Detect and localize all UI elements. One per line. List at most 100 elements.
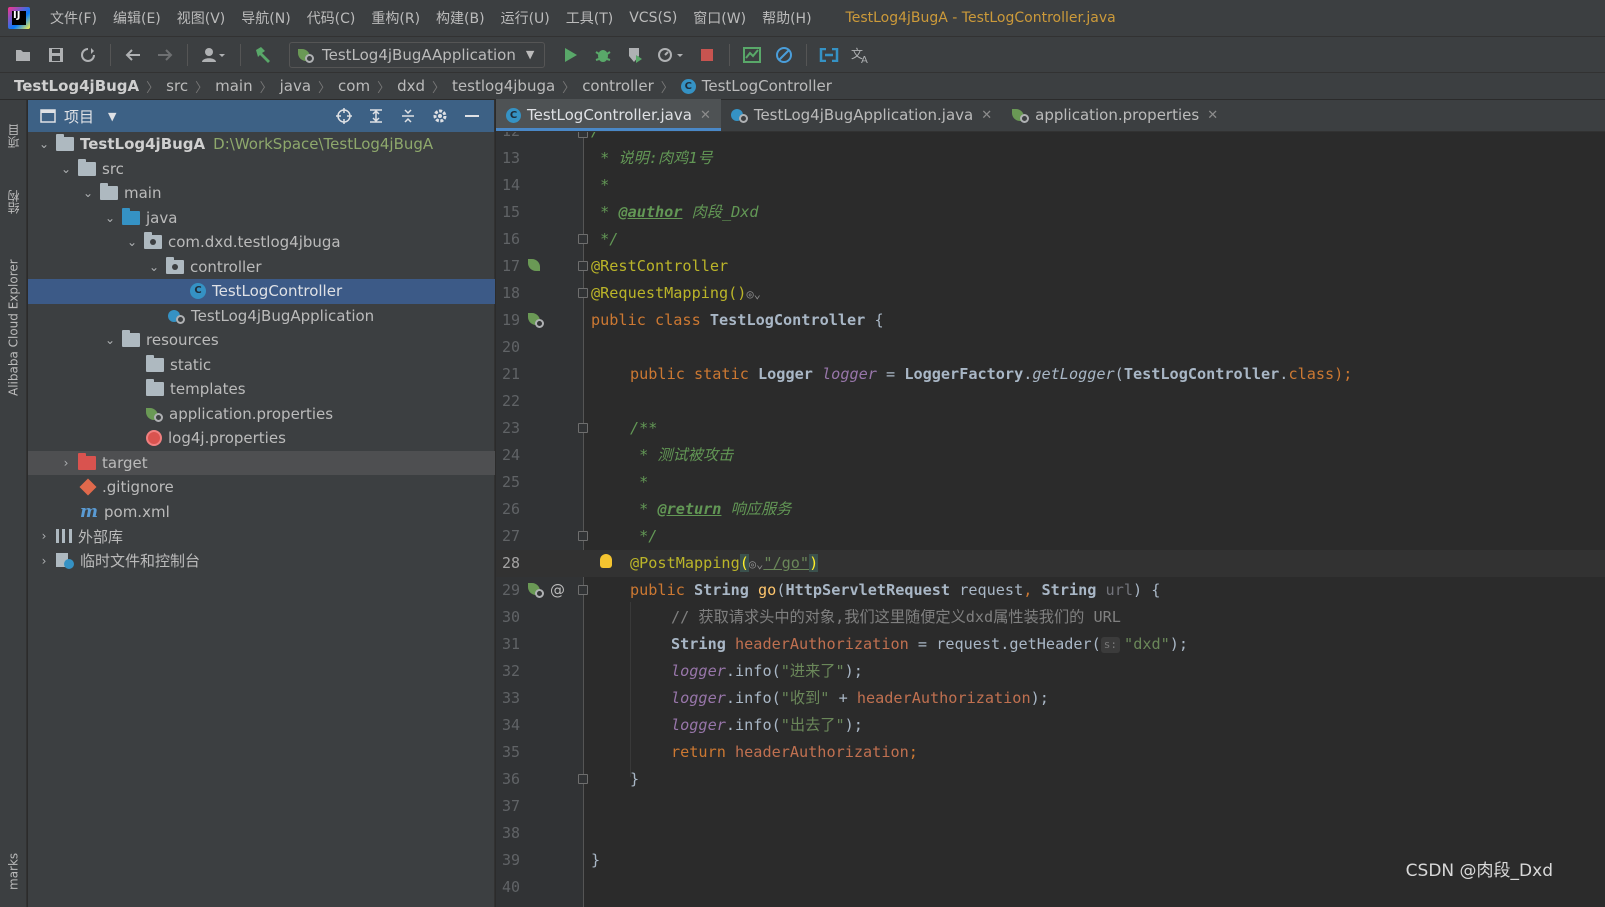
collapse-all-icon[interactable] <box>397 105 419 127</box>
coverage-icon[interactable] <box>624 44 646 66</box>
fold-marker-icon[interactable] <box>578 585 588 595</box>
menu-vcs[interactable]: VCS(S) <box>621 10 685 26</box>
tree-item-resources[interactable]: ⌄ resources <box>28 328 495 353</box>
expand-all-icon[interactable] <box>365 105 387 127</box>
fold-marker-icon[interactable] <box>578 423 588 433</box>
locate-icon[interactable] <box>333 105 355 127</box>
breadcrumb-item[interactable]: com <box>338 77 370 95</box>
chevron-right-icon[interactable]: › <box>36 528 52 544</box>
menu-navigate[interactable]: 导航(N) <box>233 8 298 28</box>
lightbulb-icon[interactable] <box>600 554 612 568</box>
tree-item-package[interactable]: ⌄ com.dxd.testlog4jbuga <box>28 230 495 255</box>
menu-run[interactable]: 运行(U) <box>493 8 558 28</box>
breadcrumb-item[interactable]: controller <box>582 77 654 95</box>
at-sign-icon[interactable]: @ <box>550 577 565 604</box>
breadcrumb-item[interactable]: src <box>166 77 188 95</box>
minimize-icon[interactable] <box>461 105 483 127</box>
fold-marker-icon[interactable] <box>578 261 588 271</box>
tree-item-application-class[interactable]: TestLog4jBugApplication <box>28 304 495 329</box>
save-icon[interactable] <box>45 44 67 66</box>
menu-tools[interactable]: 工具(T) <box>558 8 621 28</box>
tree-item-scratches[interactable]: › 临时文件和控制台 <box>28 549 495 574</box>
tool-window-project[interactable]: 项目 <box>0 108 27 164</box>
menu-edit[interactable]: 编辑(E) <box>105 8 169 28</box>
chevron-down-icon[interactable]: ⌄ <box>102 332 118 348</box>
tool-window-structure[interactable]: 结构 <box>0 174 27 230</box>
close-icon[interactable]: ✕ <box>981 108 992 123</box>
chevron-down-icon[interactable]: ⌄ <box>146 259 162 275</box>
tree-item-external-libraries[interactable]: › 外部库 <box>28 524 495 549</box>
tree-item-log4j-properties[interactable]: log4j.properties <box>28 426 495 451</box>
sync-icon[interactable] <box>77 44 99 66</box>
menu-refactor[interactable]: 重构(R) <box>363 8 428 28</box>
method-call: .info( <box>725 662 781 680</box>
block-icon[interactable] <box>773 44 795 66</box>
tool-window-cloud-explorer[interactable]: Alibaba Cloud Explorer <box>0 240 27 415</box>
chevron-down-icon[interactable]: ▼ <box>108 110 116 123</box>
chevron-right-icon[interactable]: › <box>58 455 74 471</box>
tree-item-gitignore[interactable]: .gitignore <box>28 475 495 500</box>
spring-endpoint-gutter-icon[interactable] <box>528 582 544 598</box>
menu-build[interactable]: 构建(B) <box>428 8 493 28</box>
tree-item-target[interactable]: › target <box>28 450 495 475</box>
close-icon[interactable]: ✕ <box>1207 108 1218 123</box>
alibaba-cloud-icon[interactable] <box>818 44 840 66</box>
breadcrumb-item[interactable]: main <box>215 77 252 95</box>
chevron-down-icon[interactable]: ⌄ <box>102 210 118 226</box>
profile-icon[interactable] <box>656 44 686 66</box>
menu-code[interactable]: 代码(C) <box>299 8 364 28</box>
tab-testlogcontroller[interactable]: C TestLogController.java ✕ <box>496 99 721 131</box>
tree-item-application-properties[interactable]: application.properties <box>28 402 495 427</box>
debug-icon[interactable] <box>592 44 614 66</box>
build-hammer-icon[interactable] <box>252 44 274 66</box>
menu-help[interactable]: 帮助(H) <box>754 8 819 28</box>
chevron-down-icon[interactable]: ⌄ <box>36 136 52 152</box>
run-config-select[interactable]: TestLog4jBugAApplication ▼ <box>289 41 546 68</box>
translate-icon[interactable]: 文A <box>850 44 872 66</box>
gear-icon[interactable] <box>429 105 451 127</box>
tool-window-bookmarks[interactable]: marks <box>0 840 27 902</box>
tab-testlog4jbugapplication[interactable]: TestLog4jBugApplication.java ✕ <box>721 99 1002 131</box>
fold-marker-icon[interactable] <box>578 234 588 244</box>
tree-item-templates[interactable]: templates <box>28 377 495 402</box>
user-icon[interactable] <box>199 44 229 66</box>
tree-item-pom[interactable]: m pom.xml <box>28 500 495 525</box>
menu-view[interactable]: 视图(V) <box>169 8 234 28</box>
menu-window[interactable]: 窗口(W) <box>685 8 754 28</box>
tree-item-controller[interactable]: ⌄ controller <box>28 255 495 280</box>
tree-item-project-root[interactable]: ⌄ TestLog4jBugA D:\WorkSpace\TestLog4jBu… <box>28 132 495 157</box>
folder-open-icon[interactable] <box>13 44 35 66</box>
close-icon[interactable]: ✕ <box>700 108 711 123</box>
web-endpoint-icon[interactable]: ◎⌄ <box>749 557 763 571</box>
tree-item-testlogcontroller[interactable]: C TestLogController <box>28 279 495 304</box>
fold-marker-icon[interactable] <box>578 132 588 138</box>
fold-marker-icon[interactable] <box>578 531 588 541</box>
back-arrow-icon[interactable] <box>122 44 144 66</box>
run-icon[interactable] <box>560 44 582 66</box>
menu-file[interactable]: 文件(F) <box>42 8 105 28</box>
tree-item-static[interactable]: static <box>28 353 495 378</box>
forward-arrow-icon[interactable] <box>154 44 176 66</box>
tree-item-main[interactable]: ⌄ main <box>28 181 495 206</box>
spring-bean-gutter-icon[interactable] <box>528 258 544 274</box>
stop-icon[interactable] <box>696 44 718 66</box>
tab-application-properties[interactable]: application.properties ✕ <box>1002 99 1228 131</box>
spring-bean-gutter-icon[interactable] <box>528 312 544 328</box>
monitor-chart-icon[interactable] <box>741 44 763 66</box>
tree-item-src[interactable]: ⌄ src <box>28 157 495 182</box>
paren: ); <box>1169 635 1189 653</box>
fold-marker-icon[interactable] <box>578 774 588 784</box>
chevron-down-icon[interactable]: ⌄ <box>80 185 96 201</box>
breadcrumb-item[interactable]: testlog4jbuga <box>452 77 555 95</box>
breadcrumb-item[interactable]: TestLog4jBugA <box>14 77 139 95</box>
chevron-down-icon[interactable]: ⌄ <box>58 161 74 177</box>
chevron-right-icon[interactable]: › <box>36 553 52 569</box>
chevron-down-icon[interactable]: ⌄ <box>124 234 140 250</box>
fold-marker-icon[interactable] <box>578 288 588 298</box>
breadcrumb-item[interactable]: TestLogController <box>702 77 832 95</box>
code-editor[interactable]: 12 /** 13 * 说明:肉鸡1号 14 * 15 * @author 肉段… <box>496 132 1605 907</box>
breadcrumb-item[interactable]: java <box>280 77 311 95</box>
breadcrumb-item[interactable]: dxd <box>397 77 425 95</box>
web-endpoint-icon[interactable]: ◎⌄ <box>746 287 760 301</box>
tree-item-java[interactable]: ⌄ java <box>28 206 495 231</box>
